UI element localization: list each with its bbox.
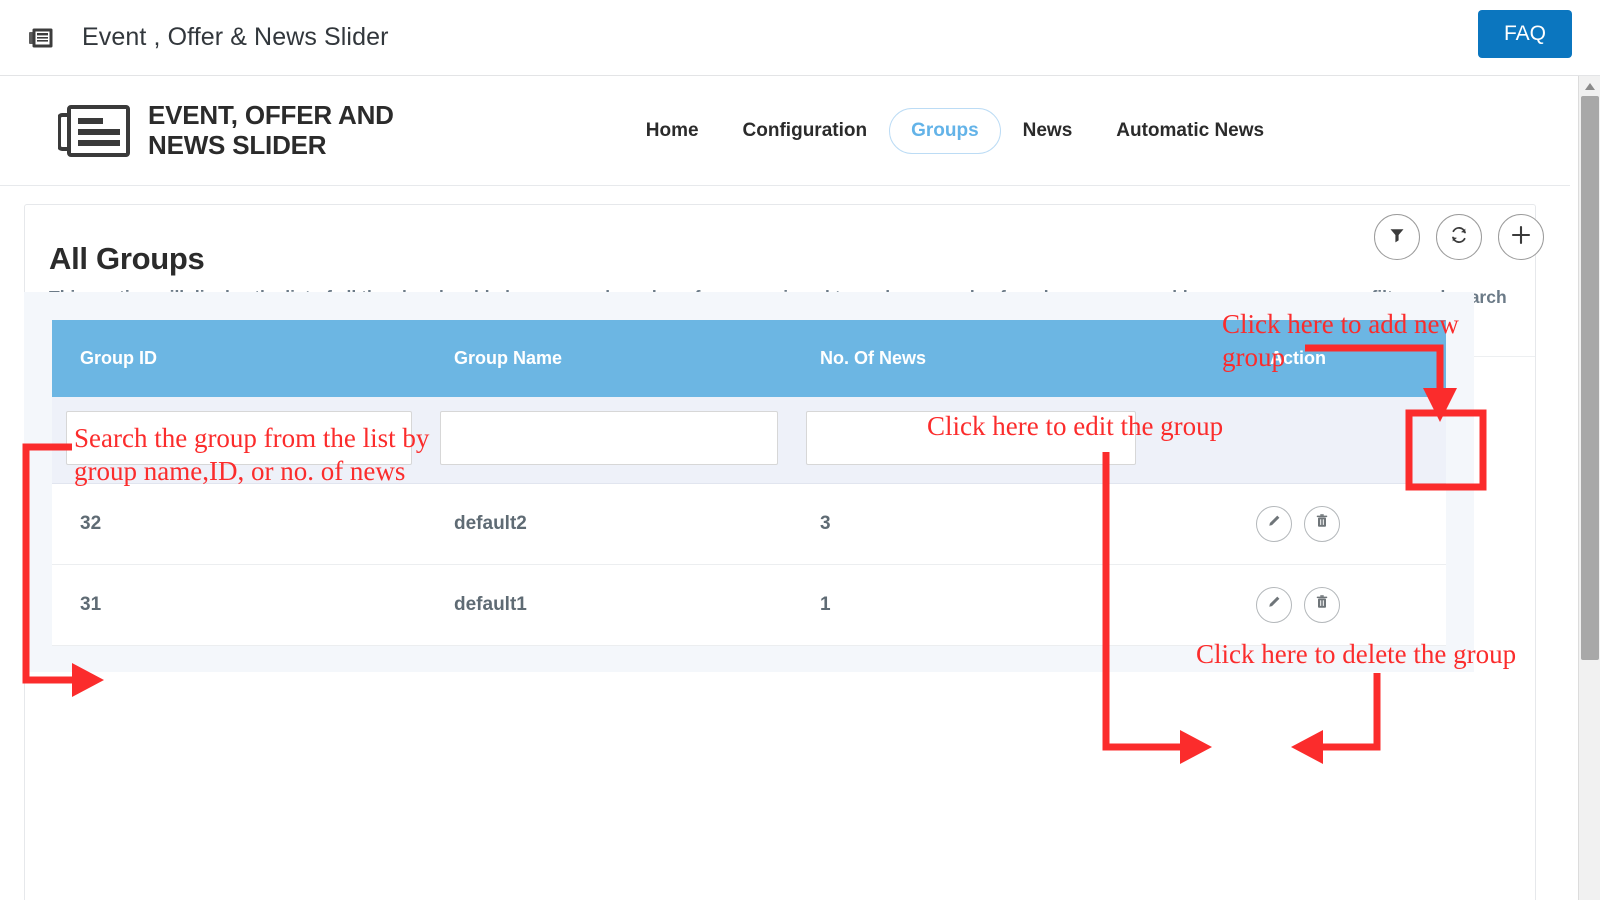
faq-button[interactable]: FAQ xyxy=(1477,10,1572,58)
search-input-group-name[interactable] xyxy=(440,411,778,465)
news-card-icon xyxy=(57,103,132,159)
delete-group-button[interactable] xyxy=(1303,587,1340,623)
nav-item-home[interactable]: Home xyxy=(624,108,721,154)
admin-bar: Event , Offer & News Slider FAQ xyxy=(0,0,1600,76)
scrollbar-thumb[interactable] xyxy=(1581,96,1599,660)
brand-title: EVENT, OFFER AND NEWS SLIDER xyxy=(148,101,394,159)
pencil-icon xyxy=(1266,513,1282,535)
page-scrollbar[interactable] xyxy=(1578,76,1600,900)
table-row[interactable]: 32 default2 3 xyxy=(52,483,1446,565)
groups-table: Group ID Group Name No. Of News Action 3… xyxy=(52,320,1446,646)
search-input-no-of-news[interactable] xyxy=(806,411,1136,465)
filter-cell-action xyxy=(1150,397,1446,484)
cell-no-of-news: 1 xyxy=(792,564,1150,646)
refresh-icon xyxy=(1448,224,1470,251)
brand-title-line2: NEWS SLIDER xyxy=(148,129,327,160)
admin-bar-title: Event , Offer & News Slider xyxy=(82,23,389,51)
edit-group-button[interactable] xyxy=(1256,506,1293,542)
plus-icon xyxy=(1509,223,1533,252)
filter-cell-no-of-news xyxy=(792,397,1150,484)
nav-item-configuration[interactable]: Configuration xyxy=(721,108,890,154)
filter-cell-group-name xyxy=(426,397,792,484)
main-nav: Home Configuration Groups News Automatic… xyxy=(624,107,1286,154)
cell-actions xyxy=(1150,564,1446,646)
scroll-up-arrow-icon[interactable] xyxy=(1579,76,1600,96)
search-input-group-id[interactable] xyxy=(66,411,412,465)
cell-group-id: 31 xyxy=(52,564,426,646)
app-root: Event , Offer & News Slider FAQ EVENT, O… xyxy=(0,0,1600,900)
column-header-action: Action xyxy=(1150,320,1446,397)
cell-group-name: default2 xyxy=(426,483,792,565)
cell-group-id: 32 xyxy=(52,483,426,565)
brand-title-line1: EVENT, OFFER AND xyxy=(148,100,394,131)
cell-no-of-news: 3 xyxy=(792,483,1150,565)
filter-button[interactable] xyxy=(1374,214,1420,260)
column-header-group-id[interactable]: Group ID xyxy=(52,320,426,397)
edit-group-button[interactable] xyxy=(1256,587,1293,623)
filter-row xyxy=(52,397,1446,484)
groups-table-body: 32 default2 3 31 default1 1 xyxy=(52,483,1446,646)
nav-item-groups[interactable]: Groups xyxy=(889,107,1001,154)
plugin-header: EVENT, OFFER AND NEWS SLIDER Home Config… xyxy=(0,76,1570,186)
column-header-group-name[interactable]: Group Name xyxy=(426,320,792,397)
trash-icon xyxy=(1314,513,1330,535)
brand: EVENT, OFFER AND NEWS SLIDER xyxy=(57,101,394,159)
cell-actions xyxy=(1150,483,1446,565)
refresh-button[interactable] xyxy=(1436,214,1482,260)
slider-card-icon xyxy=(28,25,54,51)
nav-item-automatic-news[interactable]: Automatic News xyxy=(1094,108,1286,154)
add-group-button[interactable] xyxy=(1498,214,1544,260)
delete-group-button[interactable] xyxy=(1303,506,1340,542)
column-header-no-of-news[interactable]: No. Of News xyxy=(792,320,1150,397)
nav-item-news[interactable]: News xyxy=(1001,108,1095,154)
cell-group-name: default1 xyxy=(426,564,792,646)
table-row[interactable]: 31 default1 1 xyxy=(52,564,1446,646)
pencil-icon xyxy=(1266,594,1282,616)
groups-table-container: Group ID Group Name No. Of News Action 3… xyxy=(24,292,1474,672)
table-toolbar xyxy=(1374,214,1544,260)
table-header-row: Group ID Group Name No. Of News Action xyxy=(52,320,1446,397)
groups-table-head: Group ID Group Name No. Of News Action xyxy=(52,320,1446,397)
trash-icon xyxy=(1314,594,1330,616)
page-title: All Groups xyxy=(49,241,205,276)
groups-table-filters xyxy=(52,397,1446,484)
filter-cell-group-id xyxy=(52,397,426,484)
filter-funnel-icon xyxy=(1387,225,1407,250)
